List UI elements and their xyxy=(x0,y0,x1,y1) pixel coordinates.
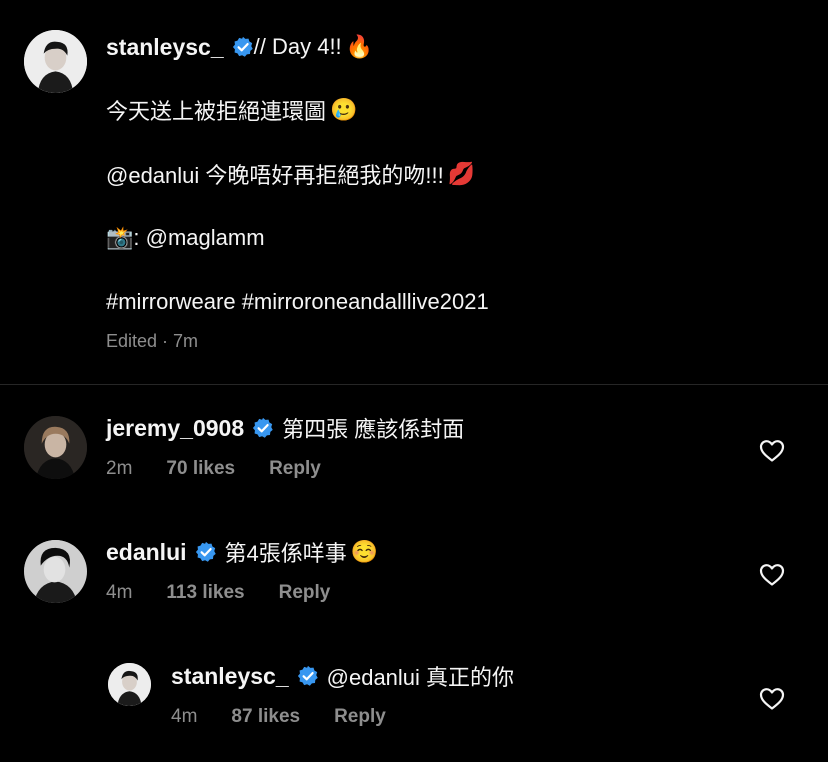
verified-badge-icon xyxy=(232,36,253,57)
comment-username[interactable]: jeremy_0908 xyxy=(106,415,244,442)
post-caption-line-2: @edanlui 今晚唔好再拒絕我的吻!!! 💋 xyxy=(106,161,476,188)
camera-flash-emoji: 📸 xyxy=(106,225,134,250)
post-username[interactable]: stanleysc_ xyxy=(106,34,224,61)
post-meta: Edited · 7m xyxy=(106,331,199,351)
comment-header: edanlui 第4張係咩事 ☺️ xyxy=(106,537,378,567)
post-title: // Day 4!! xyxy=(253,34,342,59)
reply-button[interactable]: Reply xyxy=(279,582,331,604)
reply-text: @edanlui 真正的你 xyxy=(326,665,515,690)
post-header: stanleysc_ // Day 4!! 🔥 xyxy=(106,32,373,62)
comment-likes[interactable]: 87 likes xyxy=(231,706,300,728)
smiling-emoji: ☺️ xyxy=(350,539,379,564)
kiss-mark-emoji: 💋 xyxy=(447,161,476,186)
comment-username[interactable]: edanlui xyxy=(106,539,187,566)
verified-badge-icon xyxy=(297,665,318,686)
reply-button[interactable]: Reply xyxy=(334,706,386,728)
verified-badge-icon xyxy=(195,541,216,562)
reply-username[interactable]: stanleysc_ xyxy=(171,663,289,690)
comment-time: 4m xyxy=(171,706,198,727)
heart-icon[interactable] xyxy=(759,439,785,463)
heart-icon[interactable] xyxy=(759,563,785,587)
divider xyxy=(0,384,828,385)
avatar-portrait-icon xyxy=(108,663,151,706)
post-caption-line-3: 📸 : @maglamm xyxy=(106,223,265,253)
avatar-portrait-icon xyxy=(24,416,87,479)
heart-icon[interactable] xyxy=(759,687,785,711)
avatar-portrait-icon xyxy=(24,30,87,93)
post-hashtags[interactable]: #mirrorweare #mirroroneandalllive2021 xyxy=(106,287,489,317)
post-caption-line-1: 今天送上被拒絕連環圖 🥲 xyxy=(106,97,358,124)
verified-badge-icon xyxy=(253,417,273,438)
avatar-portrait-icon xyxy=(24,540,87,603)
photographer-mention[interactable]: : @maglamm xyxy=(133,225,264,251)
comment-meta: 4m 113 likes Reply xyxy=(106,582,330,604)
reply-meta: 4m 87 likes Reply xyxy=(171,706,386,728)
comment-likes[interactable]: 113 likes xyxy=(166,582,244,604)
reply-button[interactable]: Reply xyxy=(269,458,321,480)
reply-header: stanleysc_ @edanlui 真正的你 xyxy=(171,661,514,691)
comment-time: 2m xyxy=(106,458,133,479)
reply-avatar[interactable] xyxy=(108,663,151,706)
comment-header: jeremy_0908 第四張 應該係封面 xyxy=(106,413,464,443)
comment-avatar[interactable] xyxy=(24,540,87,603)
smile-tear-emoji: 🥲 xyxy=(330,97,358,122)
comment-text: 第4張係咩事 xyxy=(224,541,347,566)
comment-likes[interactable]: 70 likes xyxy=(166,458,235,480)
comment-time: 4m xyxy=(106,582,133,603)
comment-text: 第四張 應該係封面 xyxy=(282,417,465,442)
comment-meta: 2m 70 likes Reply xyxy=(106,458,321,480)
post-author-avatar[interactable] xyxy=(24,30,87,93)
comment-avatar[interactable] xyxy=(24,416,87,479)
fire-emoji: 🔥 xyxy=(345,34,374,59)
